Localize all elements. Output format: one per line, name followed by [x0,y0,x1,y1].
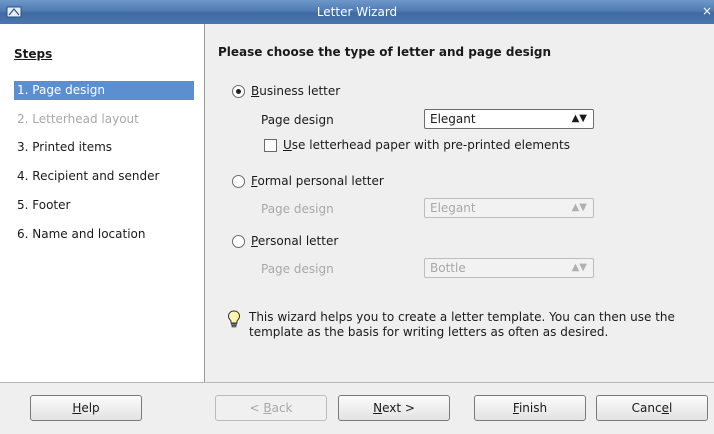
business-letter-label[interactable]: Business letter [251,84,340,98]
personal-page-design-select: Bottle ▲▼ [424,258,594,278]
business-page-design-value: Elegant [430,112,476,126]
close-icon[interactable]: × [702,4,712,18]
info-text-line-1: This wizard helps you to create a letter… [249,310,675,324]
formal-page-design-select: Elegant ▲▼ [424,198,594,218]
updown-arrow-icon: ▲▼ [571,113,587,124]
cancel-button[interactable]: Cancel [596,395,708,421]
personal-page-design-value: Bottle [430,261,466,275]
business-letter-radio-row[interactable]: Business letter [232,82,340,100]
finish-button[interactable]: Finish [474,395,586,421]
steps-sidebar: Steps 1. Page design 2. Letterhead layou… [0,24,205,382]
title-bar: Letter Wizard × [0,0,714,24]
back-button: < Back [215,395,327,421]
personal-letter-label[interactable]: Personal letter [251,234,338,248]
business-page-design-label: Page design [261,113,334,127]
personal-page-design-label: Page design [261,262,334,276]
main-panel: Please choose the type of letter and pag… [206,24,714,382]
formal-letter-radio[interactable] [232,174,245,188]
updown-arrow-icon: ▲▼ [571,202,587,213]
letterhead-checkbox-row[interactable]: Use letterhead paper with pre-printed el… [264,136,570,154]
steps-title: Steps [14,47,53,61]
formal-page-design-value: Elegant [430,201,476,215]
info-text: This wizard helps you to create a letter… [249,310,675,340]
next-button[interactable]: Next > [338,395,450,421]
page-heading: Please choose the type of letter and pag… [218,45,551,59]
formal-page-design-label: Page design [261,202,334,216]
step-footer[interactable]: 5. Footer [14,196,194,215]
window-title: Letter Wizard [316,5,398,19]
step-page-design[interactable]: 1. Page design [14,81,194,100]
personal-letter-radio[interactable] [232,234,245,248]
step-name-and-location[interactable]: 6. Name and location [14,225,194,244]
step-letterhead-layout: 2. Letterhead layout [17,112,139,126]
info-text-line-2: template as the basis for writing letter… [249,325,609,339]
lightbulb-icon [227,310,241,328]
help-button[interactable]: Help [30,395,142,421]
formal-letter-radio-row[interactable]: Formal personal letter [232,172,384,190]
button-bar: Help < Back Next > Finish Cancel [0,383,714,434]
updown-arrow-icon: ▲▼ [571,262,587,273]
step-printed-items[interactable]: 3. Printed items [14,138,194,157]
business-letter-radio[interactable] [232,84,245,98]
letterhead-checkbox-label[interactable]: Use letterhead paper with pre-printed el… [283,138,570,152]
info-note: This wizard helps you to create a letter… [227,310,697,340]
step-recipient-and-sender[interactable]: 4. Recipient and sender [14,167,194,186]
letterhead-checkbox[interactable] [264,138,277,152]
personal-letter-radio-row[interactable]: Personal letter [232,232,338,250]
formal-letter-label[interactable]: Formal personal letter [251,174,384,188]
business-page-design-select[interactable]: Elegant ▲▼ [424,109,594,129]
